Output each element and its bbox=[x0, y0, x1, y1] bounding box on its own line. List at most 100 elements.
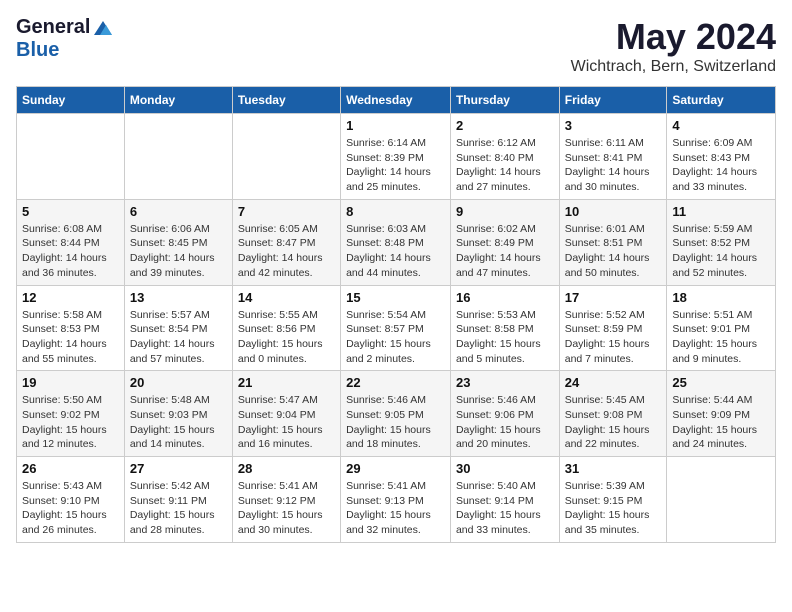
day-info: Sunrise: 5:48 AM Sunset: 9:03 PM Dayligh… bbox=[130, 393, 227, 452]
calendar-cell: 27 Sunrise: 5:42 AM Sunset: 9:11 PM Dayli… bbox=[124, 457, 232, 543]
logo-blue-text: Blue bbox=[16, 39, 59, 62]
day-number: 17 bbox=[565, 290, 662, 305]
day-info: Sunrise: 5:46 AM Sunset: 9:06 PM Dayligh… bbox=[456, 393, 554, 452]
calendar-cell: 13 Sunrise: 5:57 AM Sunset: 8:54 PM Dayli… bbox=[124, 285, 232, 371]
weekday-header-thursday: Thursday bbox=[450, 87, 559, 114]
day-number: 1 bbox=[346, 118, 445, 133]
day-info: Sunrise: 5:59 AM Sunset: 8:52 PM Dayligh… bbox=[672, 222, 770, 281]
day-number: 8 bbox=[346, 204, 445, 219]
day-number: 20 bbox=[130, 375, 227, 390]
day-info: Sunrise: 5:53 AM Sunset: 8:58 PM Dayligh… bbox=[456, 308, 554, 367]
day-number: 4 bbox=[672, 118, 770, 133]
day-number: 30 bbox=[456, 461, 554, 476]
logo-icon bbox=[92, 19, 114, 37]
calendar-cell: 26 Sunrise: 5:43 AM Sunset: 9:10 PM Dayli… bbox=[17, 457, 125, 543]
day-number: 12 bbox=[22, 290, 119, 305]
weekday-header-row: SundayMondayTuesdayWednesdayThursdayFrid… bbox=[17, 87, 776, 114]
day-info: Sunrise: 6:14 AM Sunset: 8:39 PM Dayligh… bbox=[346, 136, 445, 195]
logo: General Blue bbox=[16, 16, 114, 62]
weekday-header-saturday: Saturday bbox=[667, 87, 776, 114]
calendar-cell: 24 Sunrise: 5:45 AM Sunset: 9:08 PM Dayli… bbox=[559, 371, 667, 457]
day-info: Sunrise: 5:41 AM Sunset: 9:12 PM Dayligh… bbox=[238, 479, 335, 538]
day-number: 26 bbox=[22, 461, 119, 476]
weekday-header-wednesday: Wednesday bbox=[341, 87, 451, 114]
day-number: 21 bbox=[238, 375, 335, 390]
day-number: 24 bbox=[565, 375, 662, 390]
day-number: 15 bbox=[346, 290, 445, 305]
calendar-cell: 19Sunrise: 5:50 AM Sunset: 9:02 PM Dayli… bbox=[17, 371, 125, 457]
weekday-header-monday: Monday bbox=[124, 87, 232, 114]
day-number: 13 bbox=[130, 290, 227, 305]
calendar-week-row: 5 Sunrise: 6:08 AM Sunset: 8:44 PM Daylig… bbox=[17, 199, 776, 285]
day-info: Sunrise: 6:06 AM Sunset: 8:45 PM Dayligh… bbox=[130, 222, 227, 281]
day-info: Sunrise: 5:41 AM Sunset: 9:13 PM Dayligh… bbox=[346, 479, 445, 538]
day-number: 14 bbox=[238, 290, 335, 305]
calendar-cell: 2 Sunrise: 6:12 AM Sunset: 8:40 PM Daylig… bbox=[450, 114, 559, 200]
day-number: 2 bbox=[456, 118, 554, 133]
day-number: 18 bbox=[672, 290, 770, 305]
day-info: Sunrise: 5:40 AM Sunset: 9:14 PM Dayligh… bbox=[456, 479, 554, 538]
calendar-cell: 8 Sunrise: 6:03 AM Sunset: 8:48 PM Daylig… bbox=[341, 199, 451, 285]
calendar-week-row: 26 Sunrise: 5:43 AM Sunset: 9:10 PM Dayli… bbox=[17, 457, 776, 543]
calendar-cell: 5 Sunrise: 6:08 AM Sunset: 8:44 PM Daylig… bbox=[17, 199, 125, 285]
calendar-cell: 15 Sunrise: 5:54 AM Sunset: 8:57 PM Dayli… bbox=[341, 285, 451, 371]
location-title: Wichtrach, Bern, Switzerland bbox=[571, 58, 776, 76]
calendar-cell: 22Sunrise: 5:46 AM Sunset: 9:05 PM Dayli… bbox=[341, 371, 451, 457]
day-info: Sunrise: 5:42 AM Sunset: 9:11 PM Dayligh… bbox=[130, 479, 227, 538]
day-info: Sunrise: 5:39 AM Sunset: 9:15 PM Dayligh… bbox=[565, 479, 662, 538]
day-info: Sunrise: 5:55 AM Sunset: 8:56 PM Dayligh… bbox=[238, 308, 335, 367]
calendar-cell bbox=[17, 114, 125, 200]
calendar-cell: 9 Sunrise: 6:02 AM Sunset: 8:49 PM Daylig… bbox=[450, 199, 559, 285]
page-header: General Blue May 2024 Wichtrach, Bern, S… bbox=[16, 16, 776, 76]
calendar-cell: 11Sunrise: 5:59 AM Sunset: 8:52 PM Dayli… bbox=[667, 199, 776, 285]
calendar-cell: 18 Sunrise: 5:51 AM Sunset: 9:01 PM Dayli… bbox=[667, 285, 776, 371]
calendar-cell: 31 Sunrise: 5:39 AM Sunset: 9:15 PM Dayli… bbox=[559, 457, 667, 543]
calendar-cell: 21 Sunrise: 5:47 AM Sunset: 9:04 PM Dayli… bbox=[232, 371, 340, 457]
calendar-cell: 6Sunrise: 6:06 AM Sunset: 8:45 PM Daylig… bbox=[124, 199, 232, 285]
day-number: 7 bbox=[238, 204, 335, 219]
day-info: Sunrise: 6:11 AM Sunset: 8:41 PM Dayligh… bbox=[565, 136, 662, 195]
day-number: 5 bbox=[22, 204, 119, 219]
day-info: Sunrise: 5:52 AM Sunset: 8:59 PM Dayligh… bbox=[565, 308, 662, 367]
day-info: Sunrise: 5:51 AM Sunset: 9:01 PM Dayligh… bbox=[672, 308, 770, 367]
day-info: Sunrise: 5:58 AM Sunset: 8:53 PM Dayligh… bbox=[22, 308, 119, 367]
calendar-cell bbox=[124, 114, 232, 200]
day-number: 9 bbox=[456, 204, 554, 219]
day-info: Sunrise: 6:01 AM Sunset: 8:51 PM Dayligh… bbox=[565, 222, 662, 281]
calendar-cell: 29Sunrise: 5:41 AM Sunset: 9:13 PM Dayli… bbox=[341, 457, 451, 543]
day-number: 10 bbox=[565, 204, 662, 219]
day-info: Sunrise: 5:46 AM Sunset: 9:05 PM Dayligh… bbox=[346, 393, 445, 452]
calendar-cell: 28Sunrise: 5:41 AM Sunset: 9:12 PM Dayli… bbox=[232, 457, 340, 543]
day-info: Sunrise: 6:12 AM Sunset: 8:40 PM Dayligh… bbox=[456, 136, 554, 195]
day-number: 23 bbox=[456, 375, 554, 390]
day-number: 31 bbox=[565, 461, 662, 476]
day-info: Sunrise: 5:45 AM Sunset: 9:08 PM Dayligh… bbox=[565, 393, 662, 452]
calendar-cell: 23 Sunrise: 5:46 AM Sunset: 9:06 PM Dayli… bbox=[450, 371, 559, 457]
calendar-week-row: 1 Sunrise: 6:14 AM Sunset: 8:39 PM Daylig… bbox=[17, 114, 776, 200]
calendar-cell: 1 Sunrise: 6:14 AM Sunset: 8:39 PM Daylig… bbox=[341, 114, 451, 200]
calendar-cell: 12 Sunrise: 5:58 AM Sunset: 8:53 PM Dayli… bbox=[17, 285, 125, 371]
calendar-cell bbox=[667, 457, 776, 543]
day-number: 16 bbox=[456, 290, 554, 305]
day-info: Sunrise: 6:09 AM Sunset: 8:43 PM Dayligh… bbox=[672, 136, 770, 195]
day-info: Sunrise: 5:47 AM Sunset: 9:04 PM Dayligh… bbox=[238, 393, 335, 452]
calendar-week-row: 19Sunrise: 5:50 AM Sunset: 9:02 PM Dayli… bbox=[17, 371, 776, 457]
calendar-cell: 17 Sunrise: 5:52 AM Sunset: 8:59 PM Dayli… bbox=[559, 285, 667, 371]
day-info: Sunrise: 5:54 AM Sunset: 8:57 PM Dayligh… bbox=[346, 308, 445, 367]
day-number: 27 bbox=[130, 461, 227, 476]
calendar-cell: 30 Sunrise: 5:40 AM Sunset: 9:14 PM Dayli… bbox=[450, 457, 559, 543]
calendar-cell: 4 Sunrise: 6:09 AM Sunset: 8:43 PM Daylig… bbox=[667, 114, 776, 200]
weekday-header-sunday: Sunday bbox=[17, 87, 125, 114]
calendar-cell: 10 Sunrise: 6:01 AM Sunset: 8:51 PM Dayli… bbox=[559, 199, 667, 285]
day-number: 25 bbox=[672, 375, 770, 390]
month-title: May 2024 bbox=[571, 16, 776, 58]
day-info: Sunrise: 5:43 AM Sunset: 9:10 PM Dayligh… bbox=[22, 479, 119, 538]
day-info: Sunrise: 6:08 AM Sunset: 8:44 PM Dayligh… bbox=[22, 222, 119, 281]
calendar-table: SundayMondayTuesdayWednesdayThursdayFrid… bbox=[16, 86, 776, 543]
calendar-cell: 14 Sunrise: 5:55 AM Sunset: 8:56 PM Dayli… bbox=[232, 285, 340, 371]
day-info: Sunrise: 6:03 AM Sunset: 8:48 PM Dayligh… bbox=[346, 222, 445, 281]
calendar-cell: 20 Sunrise: 5:48 AM Sunset: 9:03 PM Dayli… bbox=[124, 371, 232, 457]
day-number: 19 bbox=[22, 375, 119, 390]
day-info: Sunrise: 5:57 AM Sunset: 8:54 PM Dayligh… bbox=[130, 308, 227, 367]
day-info: Sunrise: 6:02 AM Sunset: 8:49 PM Dayligh… bbox=[456, 222, 554, 281]
